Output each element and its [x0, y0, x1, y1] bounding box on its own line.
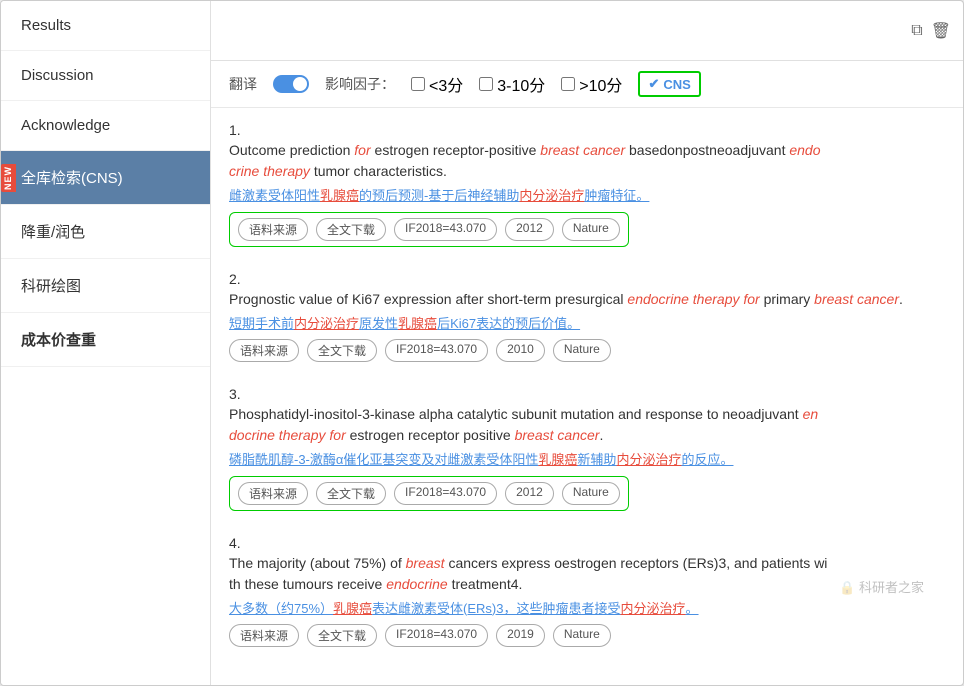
- impact-label: 影响因子：: [325, 74, 395, 94]
- tag-source-3[interactable]: 语料来源: [238, 482, 308, 505]
- tag-if-1: IF2018=43.070: [394, 218, 497, 241]
- sidebar-item-jiangchong[interactable]: 降重/润色: [1, 205, 210, 259]
- main-content: ⧉ 🗑 翻译 影响因子： <3分 3-10分 >10分: [211, 1, 963, 685]
- sidebar-item-discussion[interactable]: Discussion: [1, 51, 210, 101]
- sidebar-item-discussion-label: Discussion: [21, 67, 94, 84]
- sidebar-item-jiangchong-label: 降重/润色: [21, 224, 85, 241]
- tag-journal-4: Nature: [553, 624, 611, 647]
- delete-icon[interactable]: 🗑: [931, 21, 951, 41]
- result-4-tags: 语料来源 全文下载 IF2018=43.070 2019 Nature: [229, 624, 945, 647]
- cns-label: CNS: [663, 77, 690, 92]
- result-4-title: The majority (about 75%) of breast cance…: [229, 553, 945, 595]
- sidebar: Results Discussion Acknowledge 全库检索(CNS)…: [1, 1, 211, 685]
- filter-gt10[interactable]: >10分: [561, 72, 622, 96]
- toggle-thumb: [293, 77, 307, 91]
- result-item-4: The majority (about 75%) of breast cance…: [229, 535, 945, 648]
- tag-if-4: IF2018=43.070: [385, 624, 488, 647]
- tag-year-2: 2010: [496, 339, 545, 362]
- result-3-tags-green: 语料来源 全文下载 IF2018=43.070 2012 Nature: [229, 476, 629, 511]
- tag-source-4[interactable]: 语料来源: [229, 624, 299, 647]
- results-area: Outcome prediction for estrogen receptor…: [211, 108, 963, 685]
- tag-download-1[interactable]: 全文下载: [316, 218, 386, 241]
- sidebar-item-acknowledge-label: Acknowledge: [21, 117, 110, 134]
- tag-year-3: 2012: [505, 482, 554, 505]
- result-3-chinese: 磷脂酰肌醇-3-激酶α催化亚基突变及对雌激素受体阳性乳腺癌新辅助内分泌治疗的反应…: [229, 450, 945, 470]
- tag-download-4[interactable]: 全文下载: [307, 624, 377, 647]
- filter-gt10-checkbox[interactable]: [561, 77, 575, 91]
- tag-year-4: 2019: [496, 624, 545, 647]
- toggle-track[interactable]: [273, 75, 309, 93]
- translate-label: 翻译: [229, 74, 257, 94]
- tag-journal-3: Nature: [562, 482, 620, 505]
- copy-icon[interactable]: ⧉: [911, 22, 922, 40]
- tag-year-1: 2012: [505, 218, 554, 241]
- filter-range-label: 3-10分: [497, 72, 545, 96]
- result-item-1: Outcome prediction for estrogen receptor…: [229, 122, 945, 247]
- sidebar-item-keyan-label: 科研绘图: [21, 278, 81, 295]
- cns-filter[interactable]: ✔ CNS: [638, 71, 700, 97]
- cns-checkmark-icon: ✔: [648, 76, 659, 92]
- sidebar-item-results[interactable]: Results: [1, 1, 210, 51]
- filter-range[interactable]: 3-10分: [479, 72, 545, 96]
- tag-if-2: IF2018=43.070: [385, 339, 488, 362]
- tag-if-3: IF2018=43.070: [394, 482, 497, 505]
- filter-bar: 翻译 影响因子： <3分 3-10分 >10分 ✔ CNS: [211, 61, 963, 108]
- result-item-2: Prognostic value of Ki67 expression afte…: [229, 271, 945, 363]
- filter-lt3-label: <3分: [429, 72, 463, 96]
- tag-source-2[interactable]: 语料来源: [229, 339, 299, 362]
- tag-journal-2: Nature: [553, 339, 611, 362]
- app-window: Results Discussion Acknowledge 全库检索(CNS)…: [0, 0, 964, 686]
- result-1-tags-green: 语料来源 全文下载 IF2018=43.070 2012 Nature: [229, 212, 629, 247]
- sidebar-item-quanku-label: 全库检索(CNS): [21, 170, 123, 187]
- result-2-chinese: 短期手术前内分泌治疗原发性乳腺癌后Ki67表达的预后价值。: [229, 314, 945, 334]
- result-4-chinese: 大多数（约75%）乳腺癌表达雌激素受体(ERs)3，这些肿瘤患者接受内分泌治疗。: [229, 599, 945, 619]
- result-1-title: Outcome prediction for estrogen receptor…: [229, 140, 945, 182]
- filter-lt3-checkbox[interactable]: [411, 77, 425, 91]
- translate-toggle[interactable]: [273, 75, 309, 93]
- sidebar-item-chengben[interactable]: 成本价查重: [1, 313, 210, 367]
- filter-gt10-label: >10分: [579, 72, 622, 96]
- result-2-tags: 语料来源 全文下载 IF2018=43.070 2010 Nature: [229, 339, 945, 362]
- filter-range-checkbox[interactable]: [479, 77, 493, 91]
- tag-journal-1: Nature: [562, 218, 620, 241]
- sidebar-item-quanku[interactable]: 全库检索(CNS): [1, 151, 210, 205]
- result-1-chinese: 雌激素受体阳性乳腺癌的预后预测-基于后神经辅助内分泌治疗肿瘤特征。: [229, 186, 945, 206]
- tag-download-2[interactable]: 全文下载: [307, 339, 377, 362]
- results-list: Outcome prediction for estrogen receptor…: [229, 122, 945, 647]
- tag-source-1[interactable]: 语料来源: [238, 218, 308, 241]
- result-2-title: Prognostic value of Ki67 expression afte…: [229, 289, 945, 310]
- tag-download-3[interactable]: 全文下载: [316, 482, 386, 505]
- result-3-title: Phosphatidyl-inositol-3-kinase alpha cat…: [229, 404, 945, 446]
- result-item-3: Phosphatidyl-inositol-3-kinase alpha cat…: [229, 386, 945, 511]
- filter-lt3[interactable]: <3分: [411, 72, 463, 96]
- sidebar-item-results-label: Results: [21, 17, 71, 34]
- sidebar-item-chengben-label: 成本价查重: [21, 332, 96, 349]
- top-bar: ⧉ 🗑: [211, 1, 963, 61]
- sidebar-item-keyan[interactable]: 科研绘图: [1, 259, 210, 313]
- sidebar-item-acknowledge[interactable]: Acknowledge: [1, 101, 210, 151]
